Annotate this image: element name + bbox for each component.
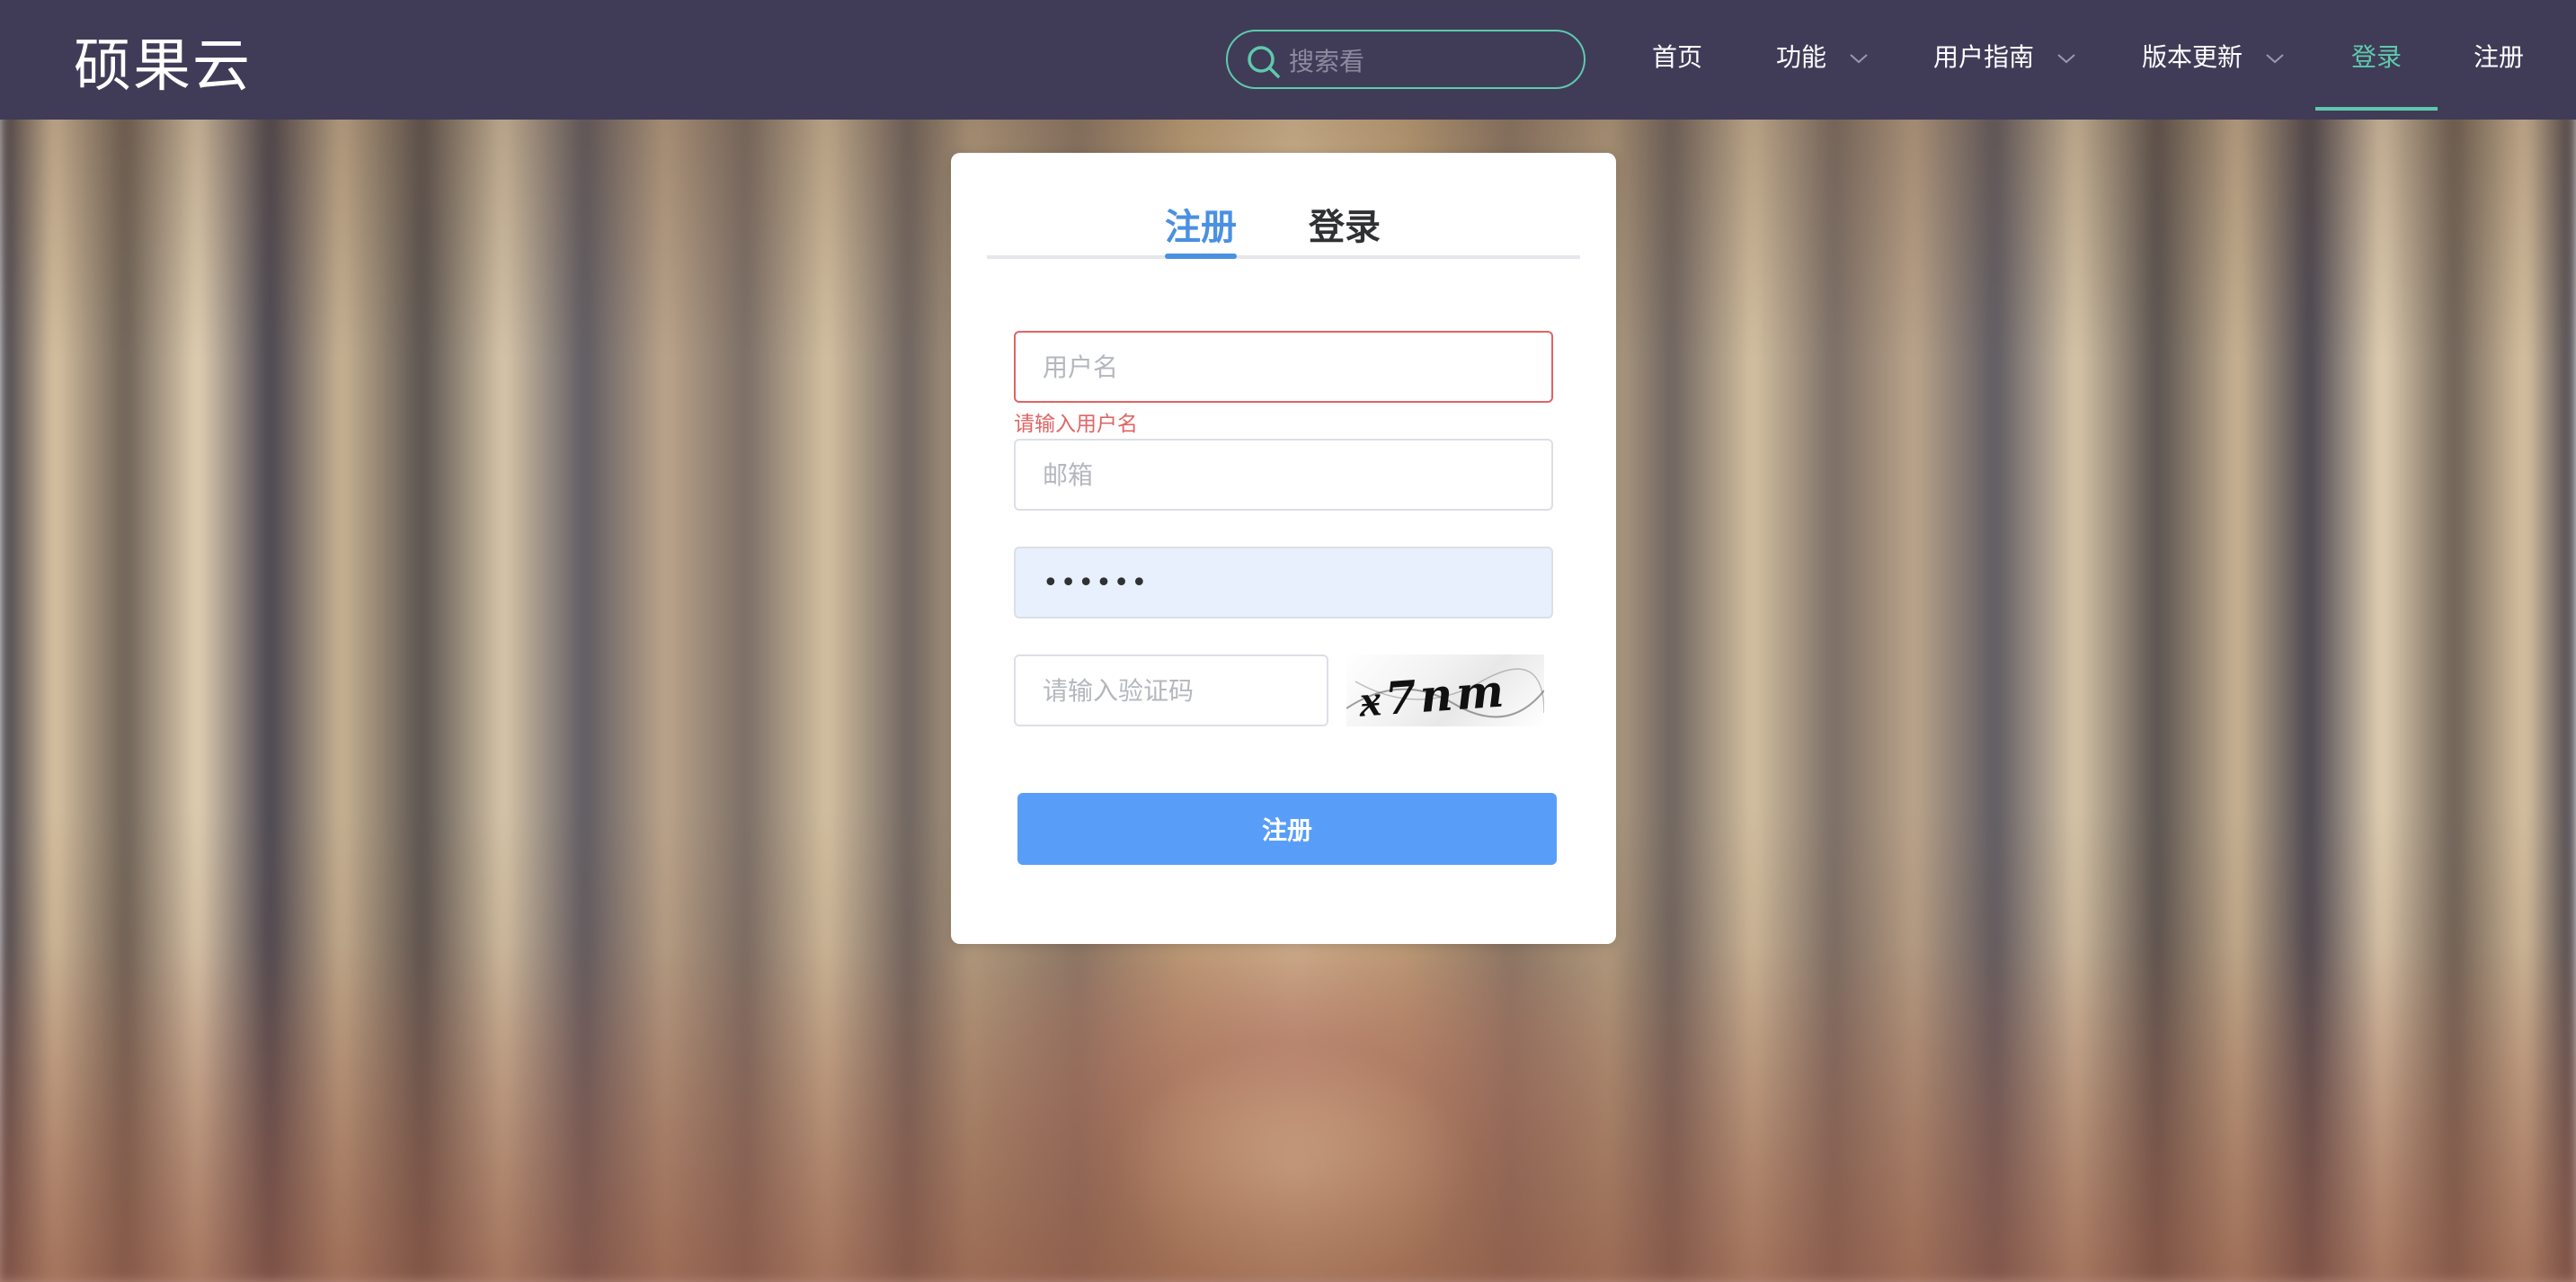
nav-item-label: 功能 xyxy=(1776,42,1827,72)
tabs-divider xyxy=(987,255,1580,259)
register-submit-button[interactable]: 注册 xyxy=(1017,793,1557,865)
username-field[interactable] xyxy=(1014,331,1553,403)
captcha-image[interactable]: ӿ7nm xyxy=(1346,654,1544,726)
captcha-field[interactable] xyxy=(1014,654,1328,726)
email-field[interactable] xyxy=(1014,439,1553,511)
chevron-down-icon xyxy=(2266,54,2284,64)
nav-item-home[interactable]: 首页 xyxy=(1652,0,1702,120)
tab-active-indicator xyxy=(1165,254,1237,259)
nav-item-label: 用户指南 xyxy=(1933,42,2035,72)
tab-login[interactable]: 登录 xyxy=(1309,198,1381,250)
nav-item-features[interactable]: 功能 xyxy=(1776,0,1869,120)
site-logo[interactable]: 硕果云 xyxy=(74,20,252,102)
chevron-down-icon xyxy=(2057,54,2075,64)
username-error-message: 请输入用户名 xyxy=(1014,413,1138,436)
nav-item-user-guide[interactable]: 用户指南 xyxy=(1933,0,2076,120)
nav-item-label: 注册 xyxy=(2474,42,2525,72)
password-field[interactable] xyxy=(1014,547,1553,619)
top-navbar: 硕果云 首页 功能 用户指南 版本更新 xyxy=(0,0,2576,120)
chevron-down-icon xyxy=(1850,54,1868,64)
captcha-text: ӿ7nm xyxy=(1357,663,1509,726)
page: 硕果云 首页 功能 用户指南 版本更新 xyxy=(0,0,2576,1282)
search-input[interactable] xyxy=(1287,40,1569,82)
tab-register[interactable]: 注册 xyxy=(1165,198,1237,250)
nav-item-login[interactable]: 登录 xyxy=(2351,0,2402,120)
search-box[interactable] xyxy=(1226,30,1586,89)
search-icon[interactable] xyxy=(1246,44,1282,80)
register-card: 注册 登录 请输入用户名 ӿ7nm 注册 xyxy=(951,153,1616,944)
nav-item-label: 登录 xyxy=(2351,42,2403,72)
nav-item-updates[interactable]: 版本更新 xyxy=(2142,0,2285,120)
nav-item-label: 首页 xyxy=(1652,42,1703,72)
nav-active-indicator xyxy=(2315,107,2438,111)
nav-item-label: 版本更新 xyxy=(2142,42,2243,72)
nav-item-register[interactable]: 注册 xyxy=(2474,0,2524,120)
